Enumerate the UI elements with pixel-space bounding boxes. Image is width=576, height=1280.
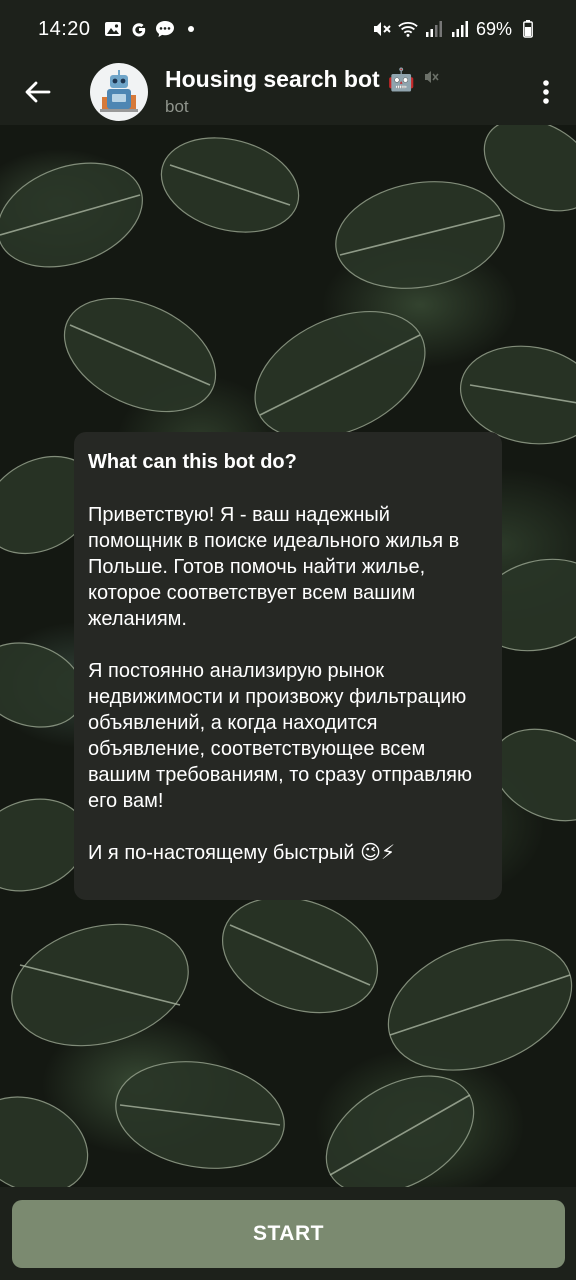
message-icon <box>155 19 175 39</box>
chat-subtitle: bot <box>165 97 189 116</box>
bot-info-card: What can this bot do? Приветствую! Я - в… <box>74 432 502 900</box>
robot-emoji: 🤖 <box>387 66 416 92</box>
info-paragraph: Я постоянно анализирую рынок недвижимост… <box>88 660 472 812</box>
telegram-chat-screen: 14:20 69% Housing search bot 🤖 bot What … <box>0 0 576 1280</box>
wifi-icon <box>398 19 418 39</box>
info-card-title: What can this bot do? <box>88 451 297 473</box>
robot-avatar-icon <box>100 69 138 112</box>
info-paragraph: И я по-настоящему быстрый 😉⚡ <box>88 842 395 864</box>
status-right: 69% <box>372 19 538 40</box>
status-time: 14:20 <box>38 17 91 40</box>
mute-icon <box>372 19 392 39</box>
avatar[interactable] <box>90 62 148 121</box>
bottom-bar: START <box>0 1187 576 1280</box>
chat-title-block[interactable]: Housing search bot 🤖 bot <box>165 66 516 117</box>
info-paragraph: Приветствую! Я - ваш надежный помощник в… <box>88 504 460 630</box>
signal-icon <box>450 19 470 39</box>
muted-icon <box>423 69 439 90</box>
chat-wallpaper: What can this bot do? Приветствую! Я - в… <box>0 125 576 1187</box>
status-left: 14:20 <box>38 18 201 41</box>
dot-icon <box>181 19 201 39</box>
title-row: Housing search bot 🤖 <box>165 66 516 93</box>
gallery-icon <box>103 19 123 39</box>
more-vert-icon <box>543 79 549 104</box>
signal-icon <box>424 19 444 39</box>
arrow-back-icon <box>25 81 51 102</box>
chat-header: Housing search bot 🤖 bot <box>0 58 576 125</box>
more-options-button[interactable] <box>516 58 576 125</box>
battery-icon <box>518 19 538 39</box>
battery-percent: 69% <box>475 18 512 39</box>
google-icon <box>129 19 149 39</box>
chat-title: Housing search bot <box>165 66 380 92</box>
status-bar: 14:20 69% <box>0 0 576 58</box>
start-button[interactable]: START <box>12 1200 565 1268</box>
back-button[interactable] <box>0 58 76 125</box>
